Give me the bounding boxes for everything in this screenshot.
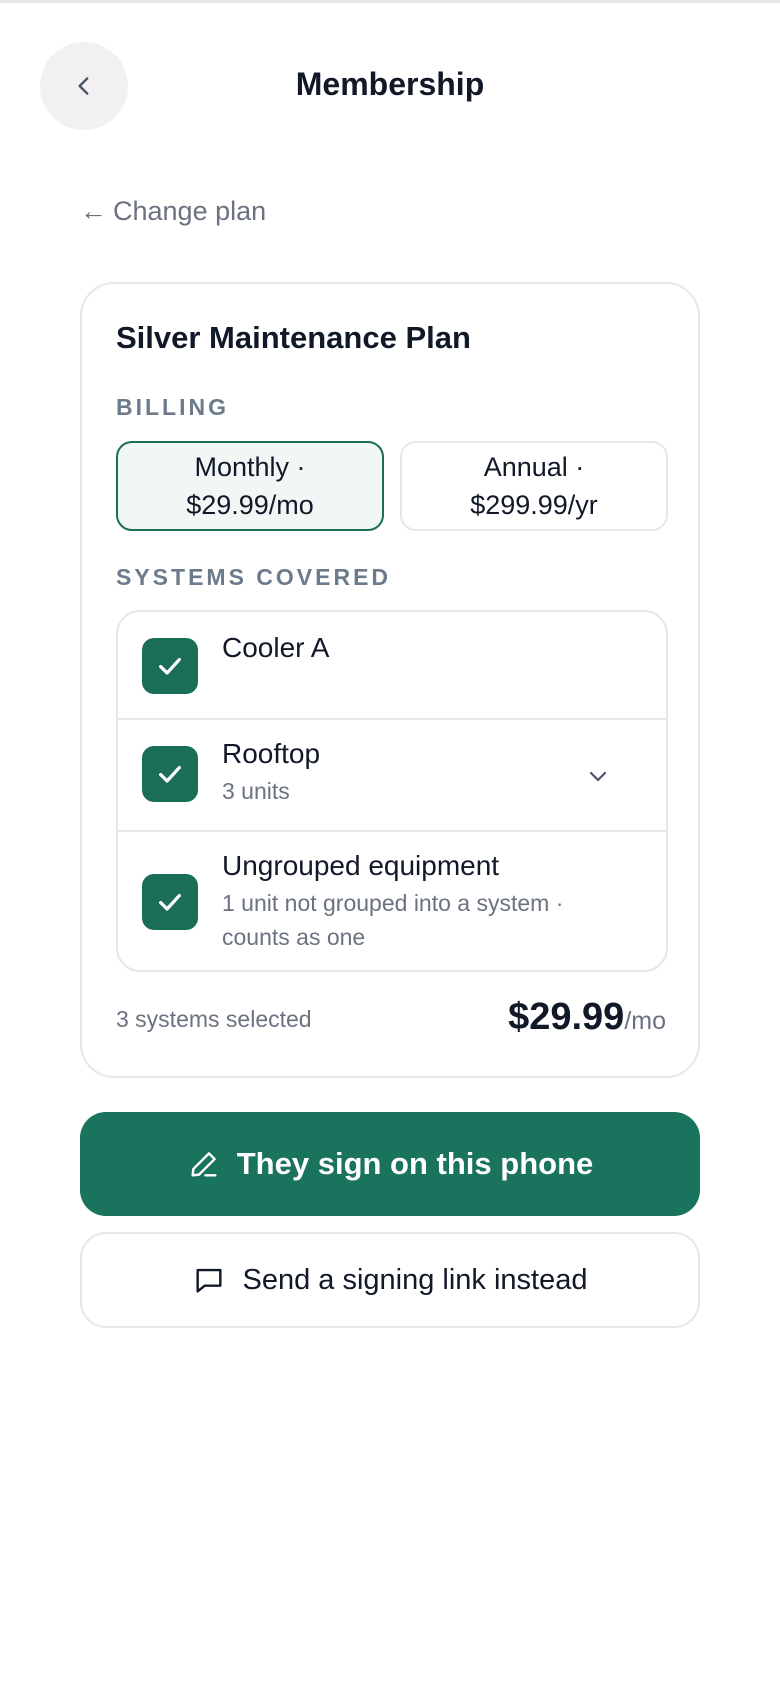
system-row-rooftop[interactable]: Rooftop 3 units — [118, 720, 666, 832]
billing-option-price: $29.99/mo — [186, 490, 314, 520]
billing-option-period: Annual · — [483, 452, 585, 482]
price-amount: $29.99 — [508, 996, 625, 1038]
billing-option-period: Monthly · — [194, 452, 306, 482]
sign-on-phone-label: They sign on this phone — [236, 1146, 594, 1181]
systems-selected-count: 3 systems selected — [116, 1006, 312, 1032]
plan-card: Silver Maintenance Plan BILLING Monthly … — [80, 282, 700, 1078]
systems-list: Cooler A Rooftop 3 units Ungrouped equip… — [116, 610, 668, 972]
change-plan-label: Change plan — [113, 196, 267, 226]
summary-price: $29.99 /mo — [508, 996, 666, 1039]
plan-title: Silver Maintenance Plan — [116, 320, 471, 355]
systems-section-label: SYSTEMS COVERED — [116, 564, 392, 590]
header: Membership — [0, 0, 780, 172]
system-name: Cooler A — [222, 632, 330, 663]
system-name: Rooftop — [222, 738, 321, 769]
system-row-ungrouped[interactable]: Ungrouped equipment 1 unit not grouped i… — [118, 832, 666, 970]
system-checkbox[interactable] — [142, 874, 198, 930]
send-signing-link-label: Send a signing link instead — [242, 1263, 588, 1296]
billing-option-monthly[interactable]: Monthly · $29.99/mo — [116, 441, 384, 531]
message-icon — [196, 1268, 223, 1293]
system-checkbox[interactable] — [142, 638, 198, 694]
chevron-down-icon[interactable] — [586, 764, 610, 788]
send-signing-link-button[interactable]: Send a signing link instead — [80, 1232, 700, 1328]
billing-option-price: $299.99/yr — [470, 490, 598, 520]
billing-section-label: BILLING — [116, 394, 229, 420]
check-icon — [159, 657, 181, 675]
system-description-line2: counts as one — [222, 924, 366, 950]
change-plan-link[interactable]: ← Change plan — [80, 196, 266, 227]
system-units: 3 units — [222, 778, 290, 804]
system-description-line1: 1 unit not grouped into a system · — [222, 890, 564, 916]
system-name: Ungrouped equipment — [222, 850, 500, 881]
sign-on-phone-button[interactable]: They sign on this phone — [80, 1112, 700, 1216]
system-row-cooler-a[interactable]: Cooler A — [118, 612, 666, 720]
system-checkbox[interactable] — [142, 746, 198, 802]
check-icon — [159, 765, 181, 783]
arrow-left-icon: ← — [80, 196, 107, 226]
check-icon — [159, 893, 181, 911]
page-title: Membership — [295, 66, 485, 102]
billing-option-annual[interactable]: Annual · $299.99/yr — [400, 441, 668, 531]
pencil-icon — [191, 1152, 217, 1177]
price-unit: /mo — [624, 1007, 666, 1035]
